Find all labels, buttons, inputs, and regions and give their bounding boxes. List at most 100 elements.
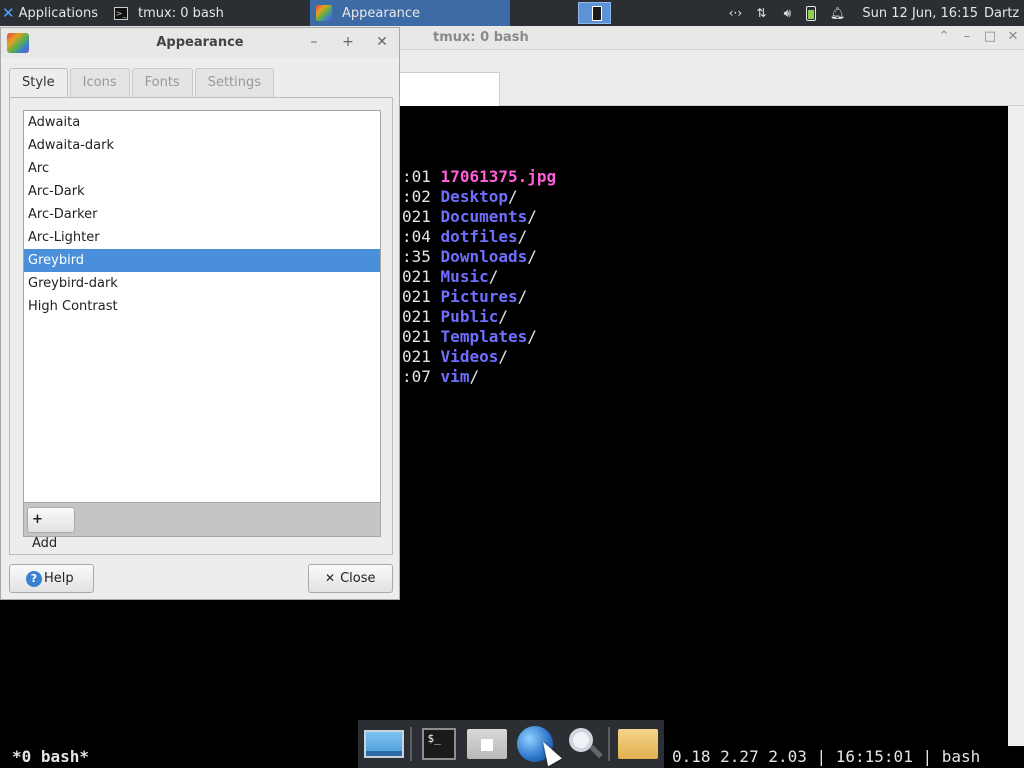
- close-icon: ✕: [325, 571, 336, 585]
- listing-time: :04: [402, 227, 431, 246]
- applications-menu[interactable]: ✕ Applications: [0, 0, 110, 26]
- listing-name: dotfiles: [440, 227, 518, 246]
- listing-row: :01 17061375.jpg: [402, 167, 556, 187]
- tab-icons[interactable]: Icons: [69, 68, 130, 97]
- help-icon: ?: [26, 570, 42, 587]
- help-button[interactable]: ? Help: [9, 564, 94, 593]
- taskbar-item-label: tmux: 0 bash: [138, 5, 224, 21]
- theme-list-item[interactable]: Arc: [24, 157, 380, 180]
- workspace-switcher[interactable]: [578, 2, 611, 24]
- theme-list-item[interactable]: Arc-Lighter: [24, 226, 380, 249]
- listing-name: Music: [440, 267, 489, 286]
- listing-row: 021 Public/: [402, 307, 556, 327]
- theme-list-item[interactable]: High Contrast: [24, 295, 380, 318]
- terminal-tab[interactable]: [398, 72, 500, 106]
- close-button[interactable]: ✕ Close: [308, 564, 393, 593]
- dock-terminal[interactable]: $_: [418, 723, 462, 765]
- appearance-icon: [316, 5, 332, 21]
- listing-time: :01: [402, 167, 431, 186]
- listing-suffix: /: [498, 307, 508, 326]
- dock-search[interactable]: [561, 723, 605, 765]
- listing-row: :07 vim/: [402, 367, 556, 387]
- battery-icon[interactable]: [806, 5, 817, 21]
- close-icon[interactable]: ✕: [373, 34, 391, 50]
- listing-time: 021: [402, 327, 431, 346]
- user-menu[interactable]: Dartz: [984, 6, 1024, 21]
- listing-time: 021: [402, 207, 431, 226]
- theme-list-item[interactable]: Arc-Darker: [24, 203, 380, 226]
- desktop-icon: [363, 730, 404, 758]
- theme-list-item[interactable]: Greybird: [24, 249, 380, 272]
- listing-row: 021 Pictures/: [402, 287, 556, 307]
- terminal-icon: >_: [114, 6, 128, 20]
- listing-row: 021 Videos/: [402, 347, 556, 367]
- dock-home-folder[interactable]: [465, 723, 509, 765]
- clock[interactable]: Sun 12 Jun, 16:15: [862, 6, 978, 21]
- listing-time: :02: [402, 187, 431, 206]
- minimize-icon[interactable]: –: [959, 29, 975, 44]
- listing-time: 021: [402, 287, 431, 306]
- chevron-up-icon[interactable]: ⌃: [936, 29, 952, 44]
- close-icon[interactable]: ✕: [1005, 29, 1021, 44]
- listing-suffix: /: [517, 287, 528, 306]
- volume-icon[interactable]: 🔊︎: [776, 6, 798, 21]
- tmux-window-indicator[interactable]: *0 bash*: [12, 747, 89, 766]
- theme-list-item[interactable]: Adwaita-dark: [24, 134, 380, 157]
- listing-row: :02 Desktop/: [402, 187, 556, 207]
- listing-name: Documents: [440, 207, 528, 226]
- theme-list-item[interactable]: Greybird-dark: [24, 272, 380, 295]
- listing-suffix: /: [498, 347, 508, 366]
- listing-row: :04 dotfiles/: [402, 227, 556, 247]
- close-button-label: Close: [340, 571, 376, 586]
- appearance-dialog: Appearance – + ✕ Style Icons Fonts Setti…: [0, 27, 400, 600]
- terminal-scrollbar[interactable]: [1008, 106, 1024, 746]
- tab-style[interactable]: Style: [9, 68, 68, 99]
- listing-name: Desktop: [440, 187, 508, 206]
- taskbar-item-tmux[interactable]: >_ tmux: 0 bash: [110, 0, 306, 26]
- listing-row: 021 Music/: [402, 267, 556, 287]
- theme-list-item[interactable]: Adwaita: [24, 111, 380, 134]
- dock-separator: [409, 727, 412, 761]
- directory-listing: :01 17061375.jpg:02 Desktop/021 Document…: [402, 167, 556, 387]
- network-icon[interactable]: ‹·›: [724, 6, 746, 20]
- listing-name: vim: [440, 367, 470, 386]
- listing-time: :07: [402, 367, 431, 386]
- listing-time: 021: [402, 347, 431, 366]
- workspace-window-preview: [592, 6, 602, 21]
- listing-time: 021: [402, 267, 431, 286]
- listing-suffix: /: [527, 247, 537, 266]
- listing-time: 021: [402, 307, 431, 326]
- dock-file-manager[interactable]: [616, 723, 660, 765]
- tmux-status-right: 0.18 2.27 2.03 | 16:15:01 | bash: [672, 747, 981, 766]
- listing-name: Public: [440, 307, 499, 326]
- listing-suffix: /: [488, 267, 499, 286]
- theme-list-item[interactable]: Arc-Dark: [24, 180, 380, 203]
- minimize-icon[interactable]: –: [305, 34, 323, 50]
- listing-name: Videos: [440, 347, 499, 366]
- listing-suffix: /: [507, 187, 518, 206]
- tab-fonts[interactable]: Fonts: [131, 68, 193, 97]
- listing-name: Pictures: [440, 287, 518, 306]
- terminal-title: tmux: 0 bash: [433, 30, 529, 45]
- listing-suffix: /: [527, 207, 537, 226]
- terminal-icon: $_: [422, 728, 457, 760]
- maximize-icon[interactable]: □: [982, 29, 998, 44]
- notification-bell-icon[interactable]: 🔔︎: [826, 6, 848, 20]
- listing-row: 021 Documents/: [402, 207, 556, 227]
- add-theme-button[interactable]: + Add: [27, 507, 75, 551]
- plus-icon: +: [32, 512, 43, 527]
- maximize-icon[interactable]: +: [339, 34, 357, 50]
- style-tab-panel: Adwaita Adwaita-dark Arc Arc-Dark Arc-Darker…: [9, 97, 393, 555]
- listing-time: :35: [402, 247, 431, 266]
- taskbar-item-appearance[interactable]: Appearance: [310, 0, 510, 26]
- dialog-titlebar[interactable]: Appearance – + ✕: [1, 28, 399, 58]
- xfce-logo-icon: ✕: [2, 4, 15, 22]
- theme-list[interactable]: Adwaita Adwaita-dark Arc Arc-Dark Arc-Darker…: [23, 110, 381, 503]
- listing-row: :35 Downloads/: [402, 247, 556, 267]
- dock-show-desktop[interactable]: [362, 723, 406, 765]
- listing-name: Templates: [440, 327, 528, 346]
- applications-label: Applications: [18, 5, 98, 21]
- dialog-tabs: Style Icons Fonts Settings: [9, 68, 276, 99]
- transfer-arrows-icon[interactable]: ⇅: [750, 6, 772, 20]
- tab-settings[interactable]: Settings: [194, 68, 275, 97]
